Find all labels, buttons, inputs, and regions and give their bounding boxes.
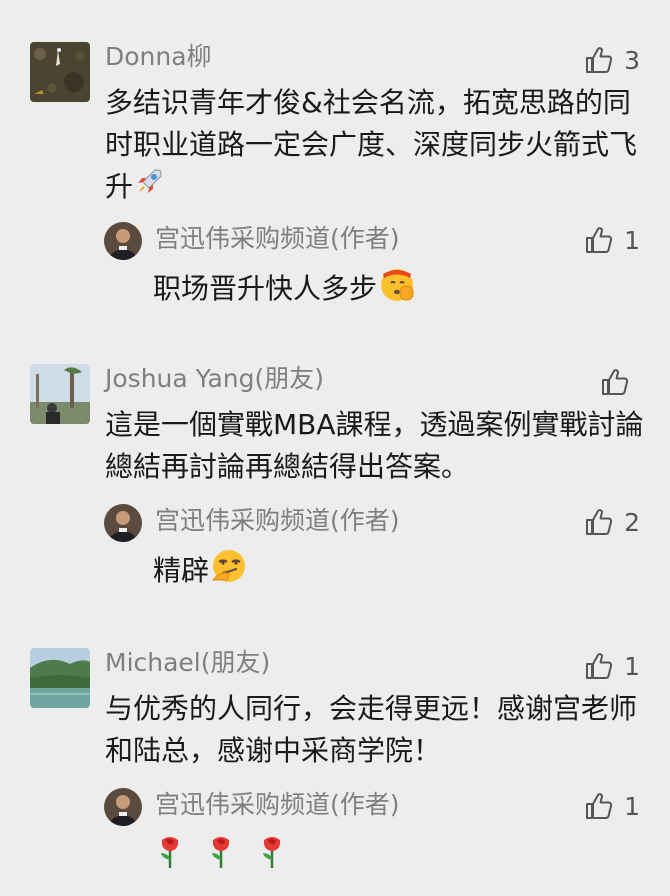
like-count: 1 (624, 651, 640, 681)
thumbs-up-icon (602, 369, 629, 395)
like-button[interactable]: 1 (584, 788, 640, 824)
like-button[interactable]: 1 (584, 222, 640, 258)
reply-text: 精辟 (153, 546, 249, 598)
rose-icon (255, 834, 289, 882)
like-button[interactable]: 1 (584, 648, 640, 684)
thumbs-up-icon (586, 793, 613, 819)
like-count: 1 (624, 225, 640, 255)
smirking-face-icon (209, 546, 249, 598)
thumbs-up-icon (586, 47, 613, 73)
thumbs-up-icon (586, 653, 613, 679)
avatar[interactable] (30, 648, 90, 708)
like-button[interactable] (600, 364, 640, 400)
avatar[interactable] (104, 504, 142, 542)
reply-text: 职场晋升快人多步 (153, 264, 417, 316)
comment-author[interactable]: Michael(朋友) (105, 644, 270, 682)
thumbs-up-icon (586, 227, 613, 253)
avatar[interactable] (30, 42, 90, 102)
saluting-face-icon (377, 264, 417, 316)
comment-text: 這是一個實戰MBA課程，透過案例實戰討論總結再討論再總結得出答案。 (105, 408, 644, 483)
reply-author[interactable]: 宫迅伟采购频道(作者) (155, 220, 400, 258)
reply-text (153, 834, 289, 882)
comment-text: 多结识青年才俊&社会名流，拓宽思路的同时职业道路一定会广度、深度同步火箭式飞升 (105, 82, 645, 210)
avatar[interactable] (104, 788, 142, 826)
avatar[interactable] (104, 222, 142, 260)
like-count: 3 (624, 45, 640, 75)
thumbs-up-icon (586, 509, 613, 535)
avatar[interactable] (30, 364, 90, 424)
like-button[interactable]: 2 (584, 504, 640, 540)
like-button[interactable]: 3 (584, 42, 640, 78)
rocket-icon (133, 166, 165, 210)
reply-author[interactable]: 宫迅伟采购频道(作者) (155, 786, 400, 824)
comment-text: 与优秀的人同行，会走得更远！感谢宫老师和陆总，感谢中采商学院！ (105, 692, 638, 767)
rose-icon (204, 834, 238, 882)
like-count: 2 (624, 507, 640, 537)
reply-author[interactable]: 宫迅伟采购频道(作者) (155, 502, 400, 540)
comment-author[interactable]: Donna柳 (105, 38, 212, 76)
comment-author[interactable]: Joshua Yang(朋友) (105, 360, 324, 398)
rose-icon (153, 834, 187, 882)
like-count: 1 (624, 791, 640, 821)
